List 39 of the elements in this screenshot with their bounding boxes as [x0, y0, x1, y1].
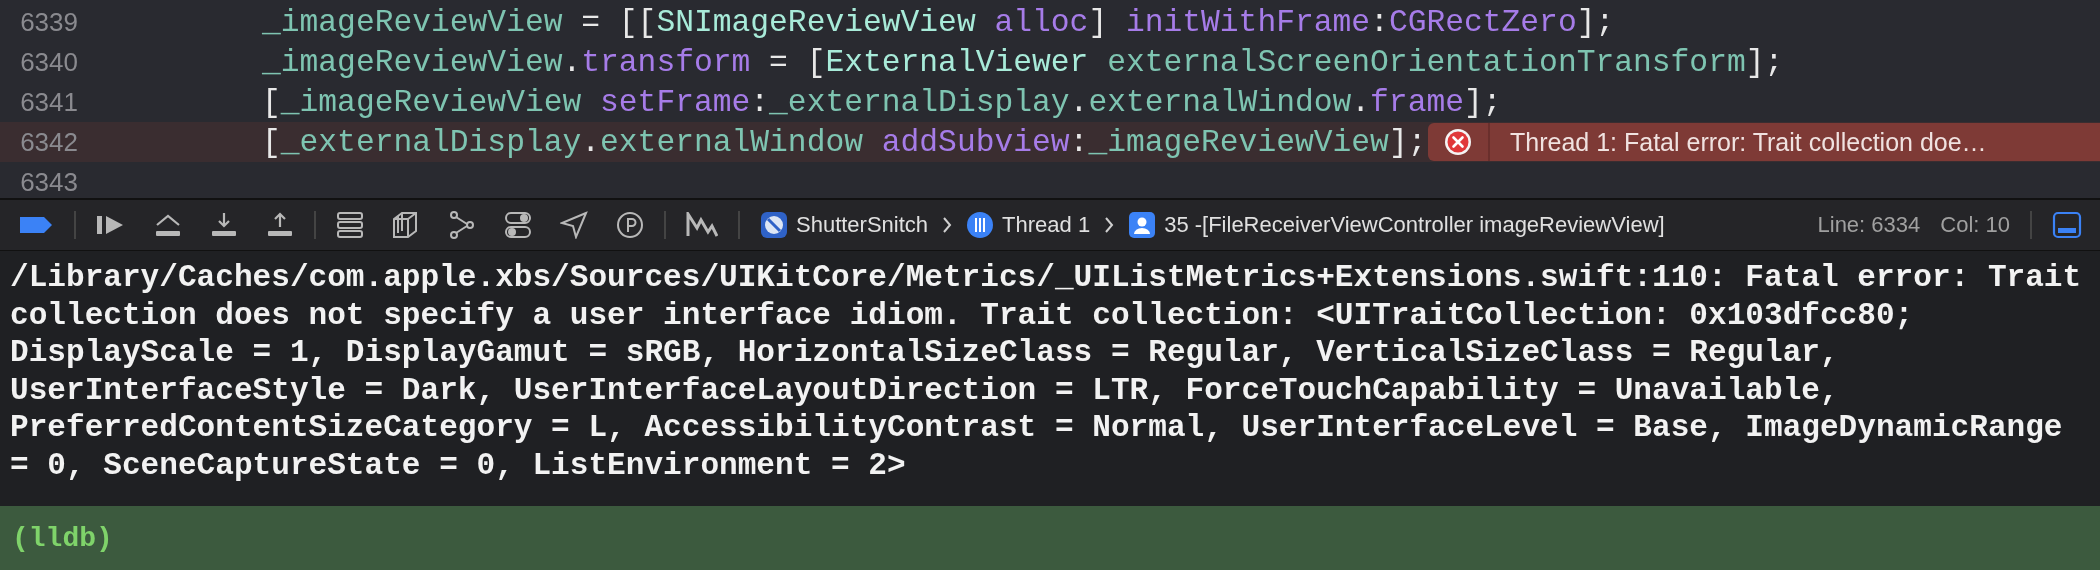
error-banner[interactable]: Thread 1: Fatal error: Trait collection doe…: [1428, 123, 2100, 161]
thread-icon: [966, 211, 995, 239]
line-number: 6339: [19, 6, 78, 38]
lldb-prompt[interactable]: (lldb): [12, 522, 113, 554]
layers-icon[interactable]: [392, 211, 420, 239]
plugin-icon[interactable]: [616, 211, 644, 239]
chevron-icon: [942, 216, 953, 234]
breadcrumb-item[interactable]: 35 -[FileReceiverViewController imageReviewView]: [1128, 211, 1665, 239]
breakpoints-icon[interactable]: [18, 215, 54, 235]
code-line: _imageReviewView.transform = [ExternalViewer externalScreenOrientationTransform];: [262, 44, 1784, 80]
line-number: 6340: [19, 46, 78, 78]
line-number: 6343: [19, 166, 78, 198]
error-icon: [1443, 127, 1473, 157]
graph-icon[interactable]: [448, 211, 476, 239]
app-icon: [760, 211, 788, 239]
chevron-icon: [1104, 216, 1115, 234]
code-line: [_externalDisplay.externalWindow addSubview:_imageReviewView];: [262, 124, 1427, 160]
panel-toggle-icon[interactable]: [2052, 211, 2082, 239]
console-output-line: PreferredContentSizeCategory = L, AccessibilityContrast = Normal, UserInterfaceLevel = Base, ImageDynamicRange: [10, 409, 2064, 447]
line-indicator: Line: 6334: [1817, 212, 1921, 238]
step-into-icon[interactable]: [210, 211, 238, 239]
console-output-line: = 0, SceneCaptureState = 0, ListEnvironment = 2>: [10, 446, 907, 484]
instruments-icon[interactable]: [686, 212, 718, 238]
line-number: 6341: [19, 86, 78, 118]
toggles-icon[interactable]: [504, 211, 532, 239]
step-out-icon[interactable]: [266, 211, 294, 239]
person-icon: [1128, 211, 1157, 239]
breadcrumb-item[interactable]: ShutterSnitch: [760, 211, 929, 239]
location-icon[interactable]: [560, 211, 588, 239]
console-output-line: UserInterfaceStyle = Dark, UserInterfaceLayoutDirection = LTR, ForceTouchCapability = Unavailable,: [10, 371, 1840, 409]
code-line: [_imageReviewView setFrame:_externalDisplay.externalWindow.frame];: [262, 84, 1502, 120]
column-indicator: Col: 10: [1940, 212, 2010, 238]
stack-icon[interactable]: [336, 211, 364, 239]
code-line: _imageReviewView = [[SNImageReviewView alloc] initWithFrame:CGRectZero];: [262, 4, 1615, 40]
console-output-line: /Library/Caches/com.apple.xbs/Sources/UIKitCore/Metrics/_UIListMetrics+Extensions.swift:110: Fatal error: Trait: [10, 259, 2083, 297]
console-output-line: DisplayScale = 1, DisplayGamut = sRGB, HorizontalSizeClass = Regular, VerticalSizeClass = Regular,: [10, 334, 1840, 372]
breadcrumb-item[interactable]: Thread 1: [966, 211, 1091, 239]
console-output-line: collection does not specify a user interface idiom. Trait collection: <UITraitCollection: 0x103dfcc80;: [10, 296, 1915, 334]
line-number: 6342: [19, 126, 78, 158]
